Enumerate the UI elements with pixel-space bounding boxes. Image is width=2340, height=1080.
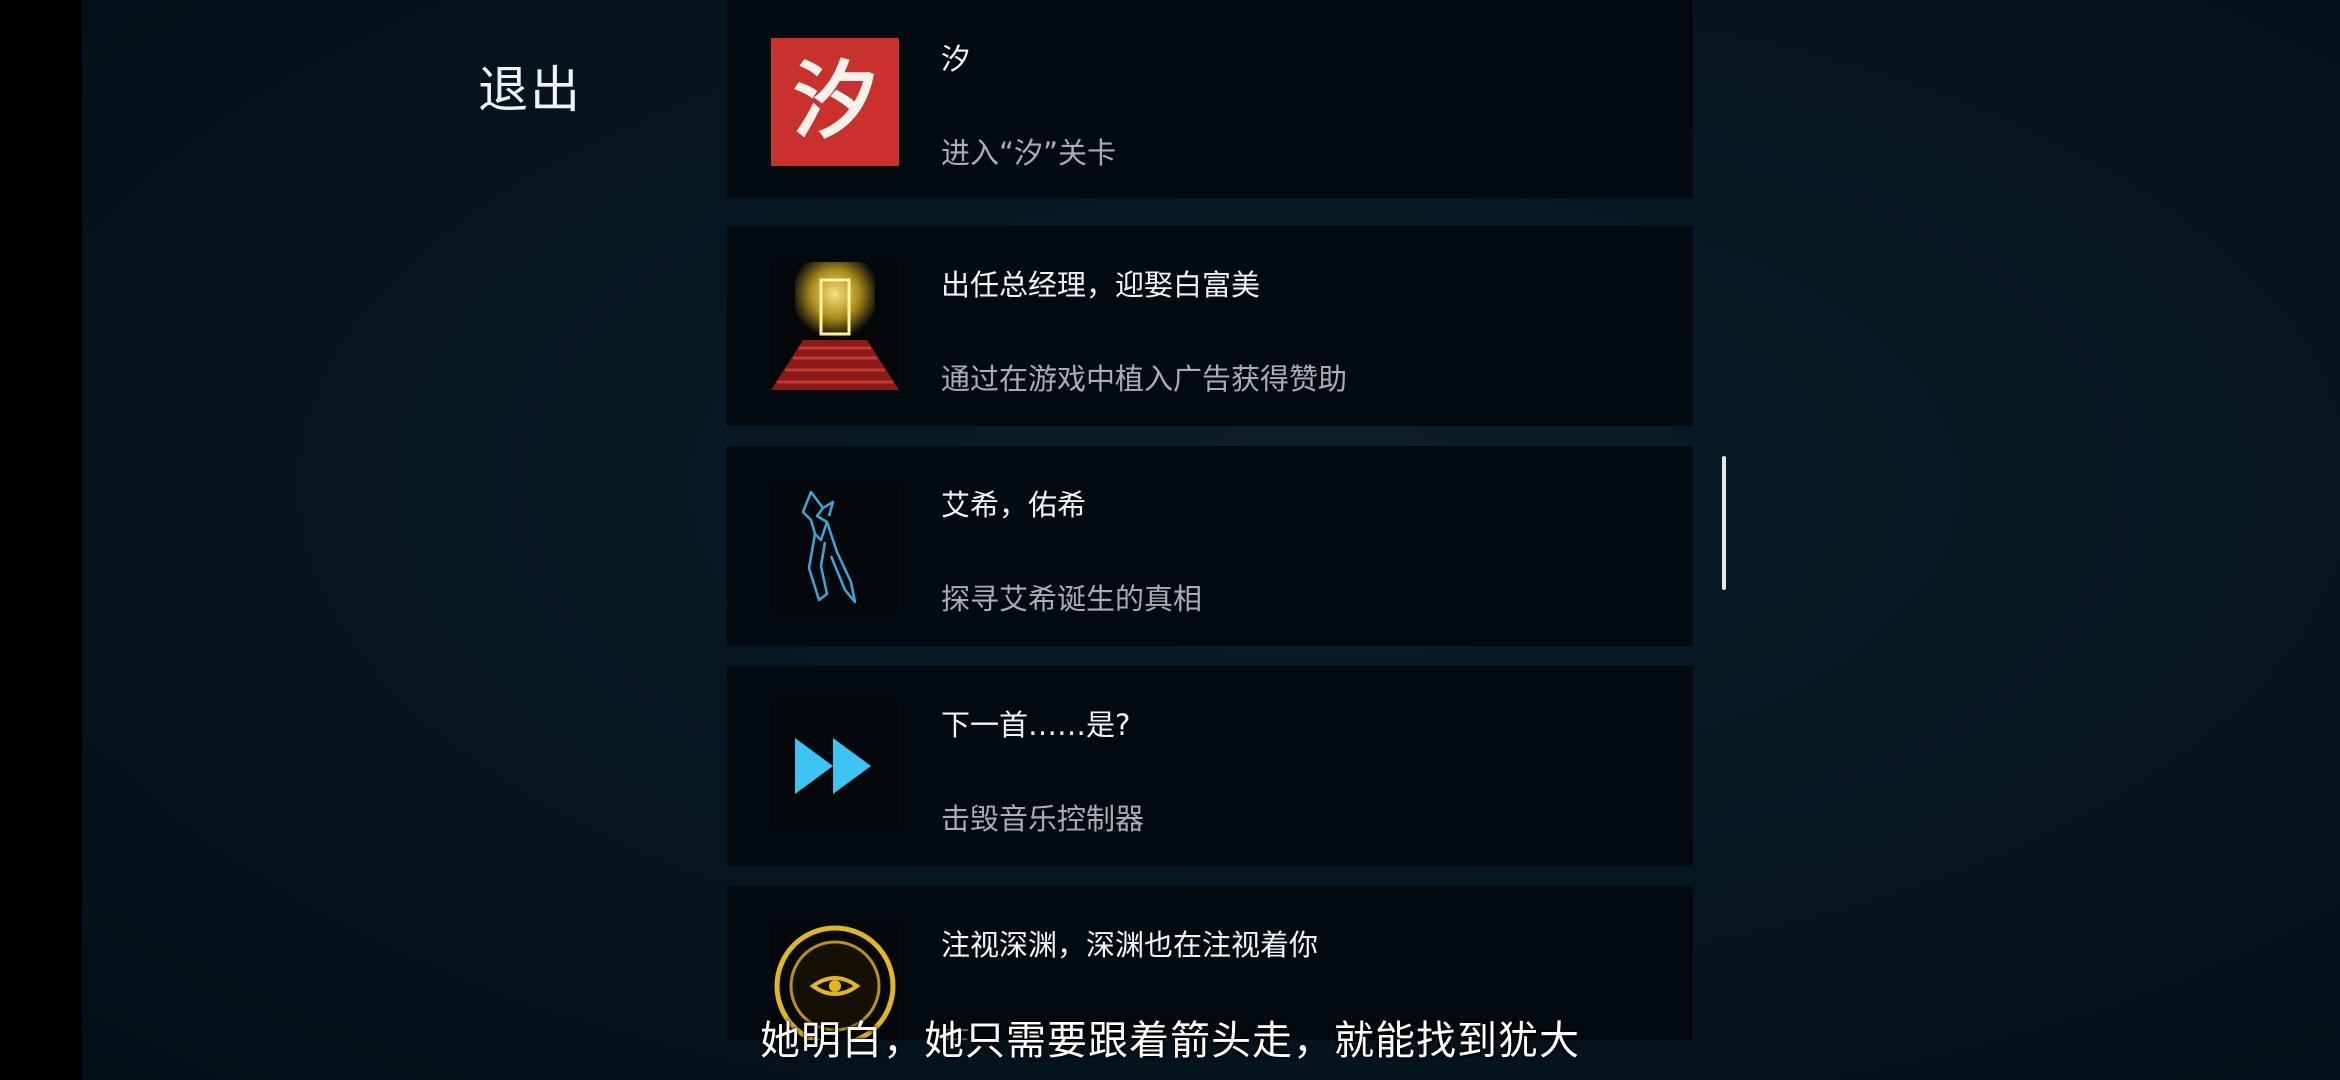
achievement-description: 进入“汐”关卡 [941,136,1117,170]
achievement-title: 汐 [941,42,971,76]
exit-button[interactable]: 退出 [478,50,582,122]
achievement-card-xi[interactable]: 汐 汐 进入“汐”关卡 [727,0,1693,198]
neon-sword-icon [771,482,899,610]
achievement-title: 艾希，佑希 [941,488,1087,522]
screen: 退出 汐 汐 进入“汐”关卡 出任总经理，迎娶白富美 通过在游戏中植入广告获得赞… [0,0,2340,1080]
list-scrollbar[interactable] [1722,456,1726,590]
xi-glyph: 汐 [793,51,877,150]
achievement-title: 注视深渊，深渊也在注视着你 [941,928,1319,962]
fast-forward-icon [771,702,899,830]
achievement-description: 通过在游戏中植入广告获得赞助 [941,362,1348,396]
xi-red-calligraphy-icon: 汐 [771,38,899,166]
achievement-card-ash[interactable]: 艾希，佑希 探寻艾希诞生的真相 [727,446,1693,646]
golden-door-red-carpet-icon [771,262,899,390]
achievement-description: 探寻艾希诞生的真相 [941,582,1203,616]
achievement-title: 出任总经理，迎娶白富美 [941,268,1261,302]
game-area: 退出 汐 汐 进入“汐”关卡 出任总经理，迎娶白富美 通过在游戏中植入广告获得赞… [82,0,2340,1080]
achievement-card-manager[interactable]: 出任总经理，迎娶白富美 通过在游戏中植入广告获得赞助 [727,226,1693,426]
dialogue-subtitle: 她明白，她只需要跟着箭头走，就能找到犹大 [760,1018,1580,1064]
achievement-title: 下一首……是? [941,708,1131,742]
achievement-list[interactable]: 汐 汐 进入“汐”关卡 出任总经理，迎娶白富美 通过在游戏中植入广告获得赞助 艾… [727,0,1697,1040]
achievement-description: 击毁音乐控制器 [941,802,1145,836]
achievement-card-next-song[interactable]: 下一首……是? 击毁音乐控制器 [727,666,1693,866]
